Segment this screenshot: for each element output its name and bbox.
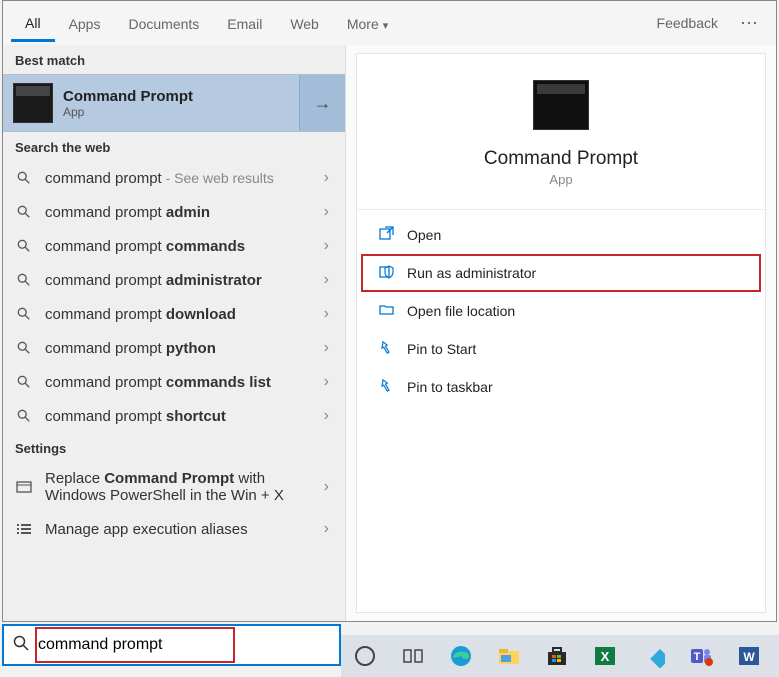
taskbar-word[interactable]: W xyxy=(725,635,773,677)
pin-start-icon xyxy=(375,340,397,358)
search-icon xyxy=(15,239,33,253)
taskbar-teams[interactable]: T xyxy=(677,635,725,677)
result-text: Manage app execution aliases xyxy=(33,521,320,538)
tab-more[interactable]: More xyxy=(333,6,402,40)
result-text: command prompt - See web results xyxy=(33,170,320,187)
search-icon xyxy=(4,635,38,656)
feedback-link[interactable]: Feedback xyxy=(645,5,730,41)
taskbar-cortana[interactable] xyxy=(341,635,389,677)
svg-text:W: W xyxy=(743,650,755,664)
taskbar-file-explorer[interactable] xyxy=(485,635,533,677)
taskbar: X T W xyxy=(341,635,779,677)
open-icon xyxy=(375,226,397,244)
result-text: command prompt admin xyxy=(33,204,320,221)
action-label: Run as administrator xyxy=(397,265,536,281)
chevron-right-icon: › xyxy=(320,203,333,221)
search-icon xyxy=(15,171,33,185)
svg-text:X: X xyxy=(601,649,610,664)
taskbar-task-view[interactable] xyxy=(389,635,437,677)
chevron-right-icon: › xyxy=(320,407,333,425)
tab-web[interactable]: Web xyxy=(276,6,333,40)
command-prompt-icon xyxy=(13,83,53,123)
web-result[interactable]: command prompt admin› xyxy=(3,195,345,229)
web-result[interactable]: command prompt - See web results› xyxy=(3,161,345,195)
search-icon xyxy=(15,375,33,389)
result-text: command prompt commands xyxy=(33,238,320,255)
result-text: Replace Command Prompt with Windows Powe… xyxy=(33,470,320,504)
chevron-right-icon: › xyxy=(320,169,333,187)
action-folder[interactable]: Open file location xyxy=(361,292,761,330)
best-match-result[interactable]: Command Prompt App → xyxy=(3,74,345,132)
result-text: command prompt shortcut xyxy=(33,408,320,425)
search-icon xyxy=(15,273,33,287)
action-open[interactable]: Open xyxy=(361,216,761,254)
taskbar-store[interactable] xyxy=(533,635,581,677)
web-result[interactable]: command prompt shortcut› xyxy=(3,399,345,433)
web-result[interactable]: command prompt commands list› xyxy=(3,365,345,399)
action-label: Open file location xyxy=(397,303,515,319)
search-icon xyxy=(15,205,33,219)
pin-taskbar-icon xyxy=(375,378,397,396)
search-icon xyxy=(15,341,33,355)
tab-all[interactable]: All xyxy=(11,5,55,42)
tab-more-label: More xyxy=(347,16,379,32)
tab-apps[interactable]: Apps xyxy=(55,6,115,40)
web-result[interactable]: command prompt commands› xyxy=(3,229,345,263)
folder-icon xyxy=(375,302,397,320)
search-input[interactable] xyxy=(38,626,339,664)
action-label: Open xyxy=(397,227,441,243)
search-tabs: All Apps Documents Email Web More Feedba… xyxy=(3,1,776,45)
detail-subtitle: App xyxy=(357,172,765,187)
chevron-down-icon xyxy=(383,16,389,32)
section-best-match: Best match xyxy=(3,45,345,74)
taskbar-edge[interactable] xyxy=(437,635,485,677)
search-icon xyxy=(15,409,33,423)
chevron-right-icon: › xyxy=(320,339,333,357)
settings-result[interactable]: Manage app execution aliases› xyxy=(3,512,345,546)
tab-email[interactable]: Email xyxy=(213,6,276,40)
detail-column: Command Prompt App Open Run as administra… xyxy=(345,45,776,621)
taskbar-kodi[interactable] xyxy=(629,635,677,677)
section-search-web: Search the web xyxy=(3,132,345,161)
chevron-right-icon: › xyxy=(320,305,333,323)
settings-result[interactable]: Replace Command Prompt with Windows Powe… xyxy=(3,462,345,512)
chevron-right-icon: › xyxy=(320,478,333,496)
chevron-right-icon: › xyxy=(320,271,333,289)
best-match-title: Command Prompt xyxy=(63,88,299,105)
action-pin-taskbar[interactable]: Pin to taskbar xyxy=(361,368,761,406)
chevron-right-icon: › xyxy=(320,237,333,255)
detail-actions: Open Run as administrator Open file locati… xyxy=(357,210,765,412)
web-result[interactable]: command prompt administrator› xyxy=(3,263,345,297)
start-search-panel: All Apps Documents Email Web More Feedba… xyxy=(2,0,777,622)
action-label: Pin to Start xyxy=(397,341,476,357)
admin-icon xyxy=(375,264,397,282)
result-text: command prompt python xyxy=(33,340,320,357)
command-prompt-icon xyxy=(533,80,589,130)
search-box[interactable] xyxy=(2,624,341,666)
action-label: Pin to taskbar xyxy=(397,379,493,395)
svg-text:T: T xyxy=(694,651,701,663)
action-admin[interactable]: Run as administrator xyxy=(361,254,761,292)
results-column: Best match Command Prompt App → Search t… xyxy=(3,45,345,621)
chevron-right-icon: › xyxy=(320,520,333,538)
detail-title: Command Prompt xyxy=(357,148,765,170)
settings-item-icon xyxy=(15,481,33,493)
section-settings: Settings xyxy=(3,433,345,462)
search-icon xyxy=(15,307,33,321)
action-pin-start[interactable]: Pin to Start xyxy=(361,330,761,368)
web-result[interactable]: command prompt python› xyxy=(3,331,345,365)
result-text: command prompt administrator xyxy=(33,272,320,289)
more-options-button[interactable]: ⋯ xyxy=(730,13,768,34)
chevron-right-icon: › xyxy=(320,373,333,391)
detail-card: Command Prompt App Open Run as administra… xyxy=(356,53,766,613)
tab-documents[interactable]: Documents xyxy=(114,6,213,40)
taskbar-excel[interactable]: X xyxy=(581,635,629,677)
expand-arrow-button[interactable]: → xyxy=(299,75,345,131)
result-text: command prompt commands list xyxy=(33,374,320,391)
result-text: command prompt download xyxy=(33,306,320,323)
settings-item-icon xyxy=(15,523,33,535)
best-match-subtitle: App xyxy=(63,105,299,119)
web-result[interactable]: command prompt download› xyxy=(3,297,345,331)
